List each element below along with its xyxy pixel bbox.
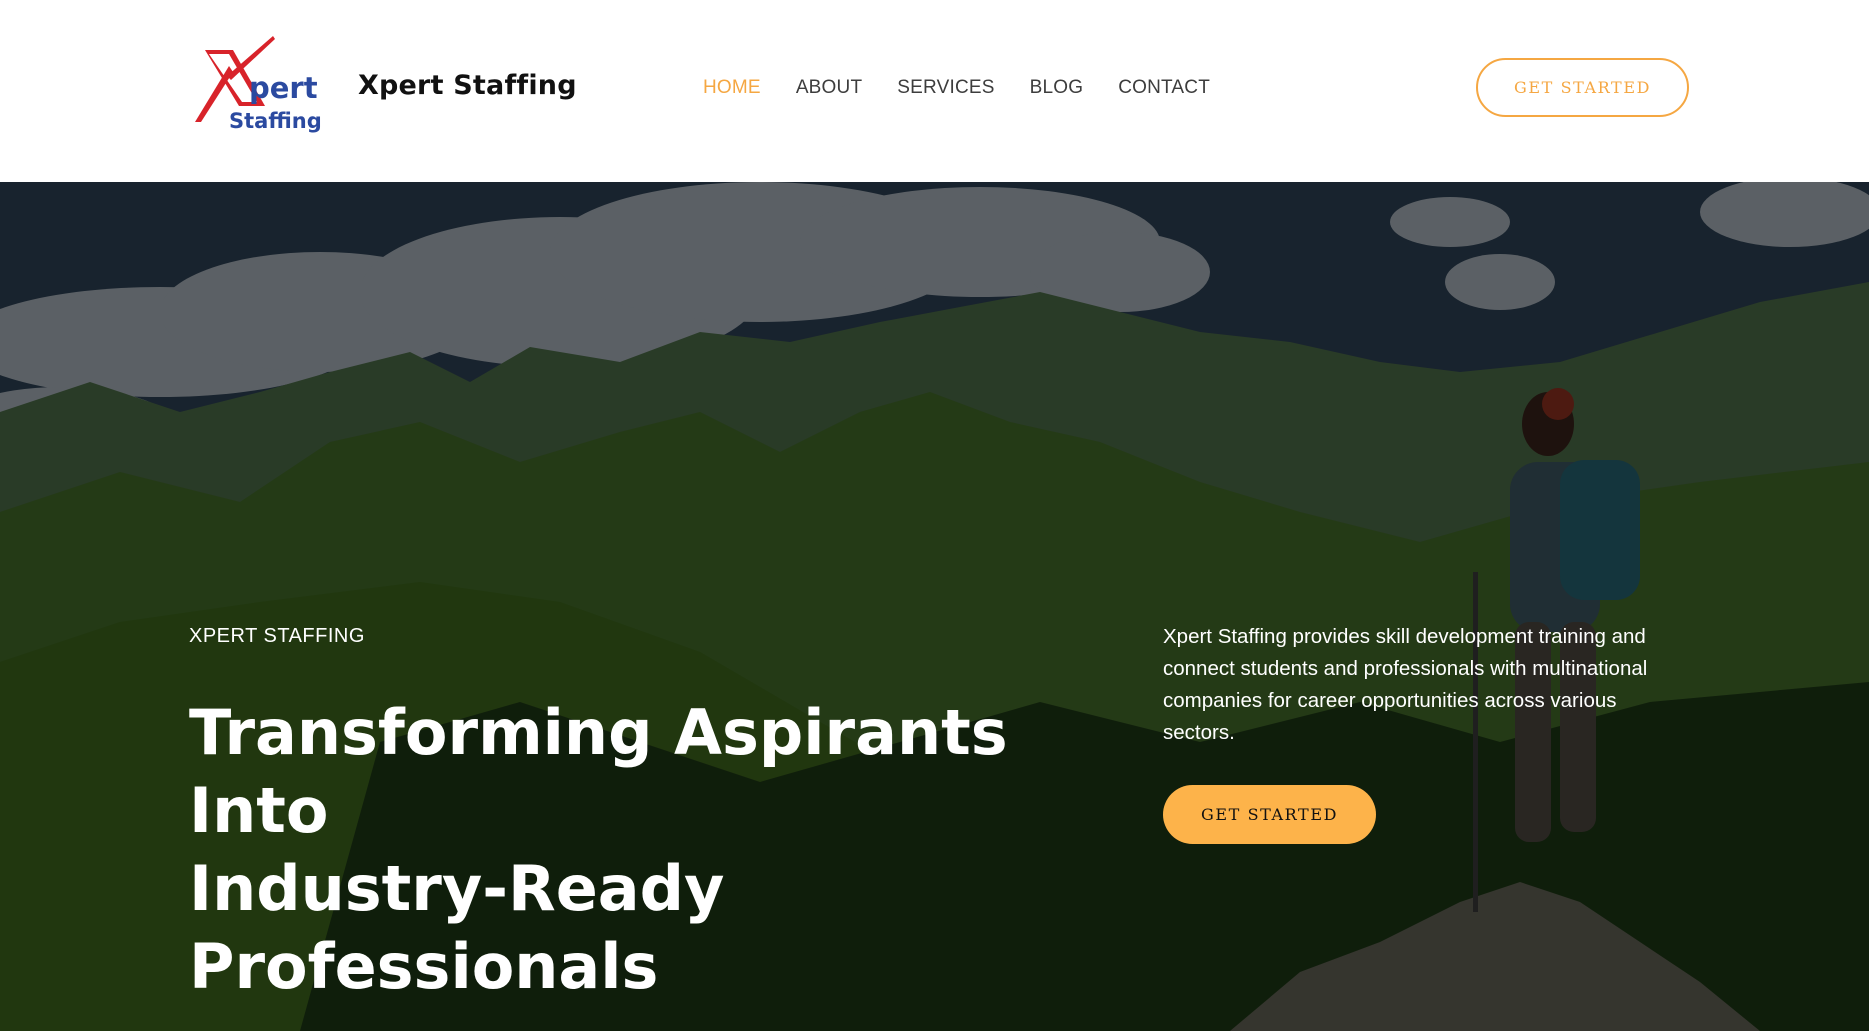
logo-word-pert: pert	[249, 71, 318, 105]
headline-line-2: Industry-Ready	[189, 852, 725, 925]
header-get-started-button[interactable]: GET STARTED	[1476, 58, 1689, 117]
hero-description: Xpert Staffing provides skill developmen…	[1163, 625, 1648, 744]
headline-line-3: Professionals	[189, 930, 659, 1003]
main-nav: HOME ABOUT SERVICES BLOG CONTACT	[703, 76, 1245, 100]
hero-get-started-button[interactable]: GET STARTED	[1163, 785, 1376, 844]
site-header: pert Staffing Xpert Staffing HOME ABOUT …	[0, 0, 1869, 182]
hero-eyebrow: XPERT STAFFING	[189, 625, 365, 647]
nav-home[interactable]: HOME	[703, 77, 761, 99]
xpert-staffing-logo[interactable]: pert Staffing	[193, 36, 331, 140]
nav-blog[interactable]: BLOG	[1030, 77, 1084, 99]
nav-contact[interactable]: CONTACT	[1118, 77, 1210, 99]
nav-about[interactable]: ABOUT	[796, 77, 862, 99]
headline-line-1: Transforming Aspirants Into	[189, 696, 1008, 847]
logo-word-staffing: Staffing	[229, 109, 322, 133]
nav-services[interactable]: SERVICES	[897, 77, 994, 99]
hero-section: XPERT STAFFING Transforming Aspirants In…	[0, 182, 1869, 1031]
brand-name[interactable]: Xpert Staffing	[358, 70, 577, 101]
logo-x-cross	[195, 66, 233, 122]
hero-headline: Transforming Aspirants Into Industry-Rea…	[189, 694, 1119, 1006]
